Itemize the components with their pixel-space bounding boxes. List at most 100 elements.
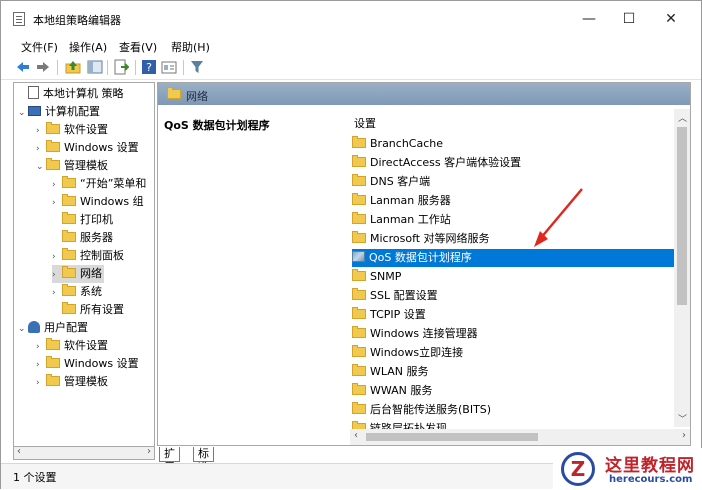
- maximize-button[interactable]: ☐: [611, 7, 647, 31]
- settings-list[interactable]: 设置 BranchCache DirectAccess 客户端体验设置 DNS 客户…: [342, 105, 690, 445]
- main-window: 本地组策略编辑器 — ☐ ✕ 文件(F) 操作(A) 查看(V) 帮助(H) ?…: [0, 0, 702, 490]
- list-item[interactable]: TCPIP 设置: [352, 306, 676, 324]
- chevron-down-icon[interactable]: ⌄: [18, 320, 28, 338]
- chevron-right-icon[interactable]: ›: [36, 374, 46, 392]
- list-item-label: Windows 连接管理器: [370, 327, 478, 340]
- tree-item[interactable]: › Windows 设置: [36, 355, 139, 373]
- tree-item[interactable]: › 软件设置: [36, 337, 108, 355]
- content-header-title: 网络: [186, 90, 208, 103]
- tree-item[interactable]: › Windows 组: [52, 193, 144, 211]
- folder-icon: [352, 231, 366, 243]
- scroll-left-icon[interactable]: ‹: [17, 446, 21, 457]
- list-item[interactable]: SSL 配置设置: [352, 287, 676, 305]
- chevron-right-icon[interactable]: ›: [36, 338, 46, 356]
- settings-folder-icon: [62, 302, 76, 314]
- chevron-right-icon[interactable]: ›: [36, 122, 46, 140]
- folder-icon: [62, 212, 76, 224]
- forward-icon[interactable]: [35, 59, 51, 75]
- tab-standard[interactable]: 标准: [193, 447, 214, 474]
- chevron-right-icon[interactable]: ›: [36, 356, 46, 374]
- title-bar[interactable]: 本地组策略编辑器 — ☐ ✕: [1, 1, 701, 37]
- list-item[interactable]: QoS 数据包计划程序: [352, 249, 676, 267]
- tree-pane[interactable]: 本地计算机 策略 ⌄ 计算机配置 › 软件设置 › Windows 设置 ⌄ 管理模板 › “开始”…: [13, 82, 155, 460]
- menu-view[interactable]: 查看(V): [119, 39, 157, 55]
- tree-item[interactable]: ⌄ 计算机配置: [18, 103, 100, 121]
- up-folder-icon[interactable]: [65, 59, 81, 75]
- tree-item[interactable]: › 系统: [52, 283, 102, 301]
- list-item[interactable]: Windows立即连接: [352, 344, 676, 362]
- chevron-down-icon[interactable]: ⌄: [36, 158, 46, 176]
- close-button[interactable]: ✕: [653, 7, 689, 31]
- scroll-up-icon[interactable]: ︿: [678, 111, 687, 124]
- watermark-z-logo-icon: Z: [561, 452, 595, 486]
- list-item[interactable]: SNMP: [352, 268, 676, 286]
- tree-item[interactable]: 服务器: [52, 229, 113, 247]
- list-item[interactable]: Lanman 服务器: [352, 192, 676, 210]
- filter-icon[interactable]: [189, 59, 205, 75]
- tree-item[interactable]: › 网络: [52, 265, 104, 283]
- folder-icon: [62, 176, 76, 188]
- help-icon[interactable]: ?: [141, 59, 157, 75]
- list-item[interactable]: 后台智能传送服务(BITS): [352, 401, 676, 419]
- list-item[interactable]: BranchCache: [352, 135, 676, 153]
- tree-item[interactable]: 打印机: [52, 211, 113, 229]
- list-vertical-scrollbar[interactable]: ︿ ﹀: [674, 109, 690, 427]
- tree-item[interactable]: › 管理模板: [36, 373, 108, 391]
- list-item[interactable]: Windows 连接管理器: [352, 325, 676, 343]
- tree-item-label: 系统: [80, 285, 102, 298]
- tree-item[interactable]: › 控制面板: [52, 247, 124, 265]
- tree-item[interactable]: ⌄ 管理模板: [36, 157, 108, 175]
- chevron-down-icon[interactable]: ⌄: [18, 104, 28, 122]
- folder-icon: [62, 230, 76, 242]
- menu-file[interactable]: 文件(F): [21, 39, 58, 55]
- list-item[interactable]: Lanman 工作站: [352, 211, 676, 229]
- tree-item[interactable]: ⌄ 用户配置: [18, 319, 88, 337]
- app-icon: [13, 12, 25, 26]
- folder-icon: [352, 402, 366, 414]
- list-item[interactable]: DNS 客户端: [352, 173, 676, 191]
- list-item[interactable]: DirectAccess 客户端体验设置: [352, 154, 676, 172]
- tree-item-label: 服务器: [80, 231, 113, 244]
- back-icon[interactable]: [15, 59, 31, 75]
- minimize-button[interactable]: —: [571, 7, 607, 31]
- scroll-thumb[interactable]: [677, 127, 687, 305]
- list-item[interactable]: WWAN 服务: [352, 382, 676, 400]
- scroll-down-icon[interactable]: ﹀: [678, 412, 687, 425]
- menu-help[interactable]: 帮助(H): [171, 39, 210, 55]
- scroll-thumb[interactable]: [366, 433, 538, 441]
- list-item-label: Microsoft 对等网络服务: [370, 232, 490, 245]
- scroll-right-icon[interactable]: ›: [147, 446, 151, 457]
- chevron-right-icon[interactable]: ›: [52, 266, 62, 284]
- chevron-right-icon[interactable]: ›: [36, 140, 46, 158]
- tree-item[interactable]: 所有设置: [52, 301, 124, 319]
- menu-action[interactable]: 操作(A): [69, 39, 107, 55]
- watermark-en: herecours.com: [609, 474, 693, 485]
- folder-icon: [62, 266, 76, 278]
- tree-item-label: 打印机: [80, 213, 113, 226]
- folder-icon: [352, 269, 366, 281]
- tree-item[interactable]: › 软件设置: [36, 121, 108, 139]
- tree-horizontal-scrollbar[interactable]: ‹ ›: [13, 446, 155, 460]
- list-item[interactable]: WLAN 服务: [352, 363, 676, 381]
- menu-bar: 文件(F) 操作(A) 查看(V) 帮助(H): [1, 37, 701, 55]
- chevron-right-icon[interactable]: ›: [52, 194, 62, 212]
- chevron-right-icon[interactable]: ›: [52, 176, 62, 194]
- tree-item[interactable]: › “开始”菜单和: [52, 175, 146, 193]
- export-list-icon[interactable]: [113, 59, 129, 75]
- tree-item[interactable]: › Windows 设置: [36, 139, 139, 157]
- show-tree-icon[interactable]: [87, 59, 103, 75]
- column-header-setting[interactable]: 设置: [354, 115, 376, 131]
- list-horizontal-scrollbar[interactable]: ‹ ›: [350, 429, 690, 445]
- chevron-right-icon[interactable]: ›: [52, 284, 62, 302]
- tab-extended[interactable]: 扩展: [159, 447, 180, 474]
- toolbar: ?: [1, 56, 701, 80]
- tree-item-label: 用户配置: [44, 321, 88, 334]
- scroll-right-icon[interactable]: ›: [682, 430, 686, 441]
- tree-item[interactable]: 本地计算机 策略: [18, 85, 124, 103]
- properties-icon[interactable]: [161, 59, 177, 75]
- list-item[interactable]: Microsoft 对等网络服务: [352, 230, 676, 248]
- list-item-label: TCPIP 设置: [370, 308, 426, 321]
- scroll-left-icon[interactable]: ‹: [354, 430, 358, 441]
- computer-icon: [28, 106, 41, 116]
- chevron-right-icon[interactable]: ›: [52, 248, 62, 266]
